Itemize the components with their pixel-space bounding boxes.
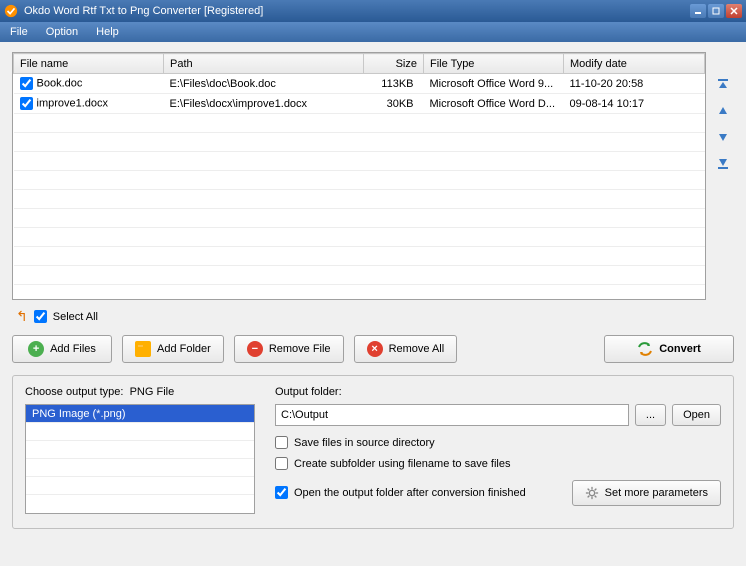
remove-file-button[interactable]: − Remove File <box>234 335 344 363</box>
table-row[interactable]: improve1.docxE:\Files\docx\improve1.docx… <box>14 94 705 114</box>
output-type-label: Choose output type: <box>25 386 123 398</box>
maximize-button[interactable] <box>708 4 724 18</box>
col-header-size[interactable]: Size <box>364 54 424 74</box>
menubar: File Option Help <box>0 22 746 42</box>
move-up-button[interactable] <box>714 102 732 120</box>
remove-icon: × <box>367 341 383 357</box>
minus-icon: − <box>247 341 263 357</box>
plus-icon: + <box>28 341 44 357</box>
output-type-list[interactable]: PNG Image (*.png) <box>25 404 255 514</box>
folder-icon <box>135 341 151 357</box>
move-top-button[interactable] <box>714 76 732 94</box>
convert-icon <box>637 341 653 357</box>
gear-icon <box>585 486 599 500</box>
create-subfolder-label[interactable]: Create subfolder using filename to save … <box>294 458 510 470</box>
window-title: Okdo Word Rtf Txt to Png Converter [Regi… <box>24 5 690 17</box>
output-folder-label: Output folder: <box>275 386 721 398</box>
output-panel: Choose output type: PNG File PNG Image (… <box>12 375 734 529</box>
save-source-checkbox[interactable] <box>275 436 288 449</box>
type-option-png[interactable]: PNG Image (*.png) <box>26 405 254 423</box>
create-subfolder-checkbox[interactable] <box>275 457 288 470</box>
minimize-button[interactable] <box>690 4 706 18</box>
remove-all-button[interactable]: × Remove All <box>354 335 458 363</box>
select-all-label[interactable]: Select All <box>53 311 98 323</box>
convert-button[interactable]: Convert <box>604 335 734 363</box>
up-level-icon[interactable]: ↰ <box>16 308 28 325</box>
file-table[interactable]: File name Path Size File Type Modify dat… <box>12 52 706 300</box>
open-after-checkbox[interactable] <box>275 486 288 499</box>
menu-file[interactable]: File <box>6 24 32 40</box>
output-folder-input[interactable] <box>275 404 629 426</box>
menu-help[interactable]: Help <box>92 24 123 40</box>
open-after-label[interactable]: Open the output folder after conversion … <box>294 487 526 499</box>
move-bottom-button[interactable] <box>714 154 732 172</box>
col-header-path[interactable]: Path <box>164 54 364 74</box>
col-header-date[interactable]: Modify date <box>564 54 705 74</box>
add-folder-button[interactable]: Add Folder <box>122 335 224 363</box>
table-row[interactable]: Book.docE:\Files\doc\Book.doc113KBMicros… <box>14 74 705 94</box>
open-folder-button[interactable]: Open <box>672 404 721 426</box>
add-files-button[interactable]: + Add Files <box>12 335 112 363</box>
move-down-button[interactable] <box>714 128 732 146</box>
browse-button[interactable]: ... <box>635 404 666 426</box>
menu-option[interactable]: Option <box>42 24 82 40</box>
output-type-value: PNG File <box>130 386 175 398</box>
row-checkbox[interactable] <box>20 77 33 90</box>
col-header-name[interactable]: File name <box>14 54 164 74</box>
col-header-type[interactable]: File Type <box>424 54 564 74</box>
select-all-checkbox[interactable] <box>34 310 47 323</box>
more-parameters-button[interactable]: Set more parameters <box>572 480 721 506</box>
app-icon <box>4 4 18 18</box>
titlebar: Okdo Word Rtf Txt to Png Converter [Regi… <box>0 0 746 22</box>
row-checkbox[interactable] <box>20 97 33 110</box>
close-button[interactable] <box>726 4 742 18</box>
save-source-label[interactable]: Save files in source directory <box>294 437 435 449</box>
